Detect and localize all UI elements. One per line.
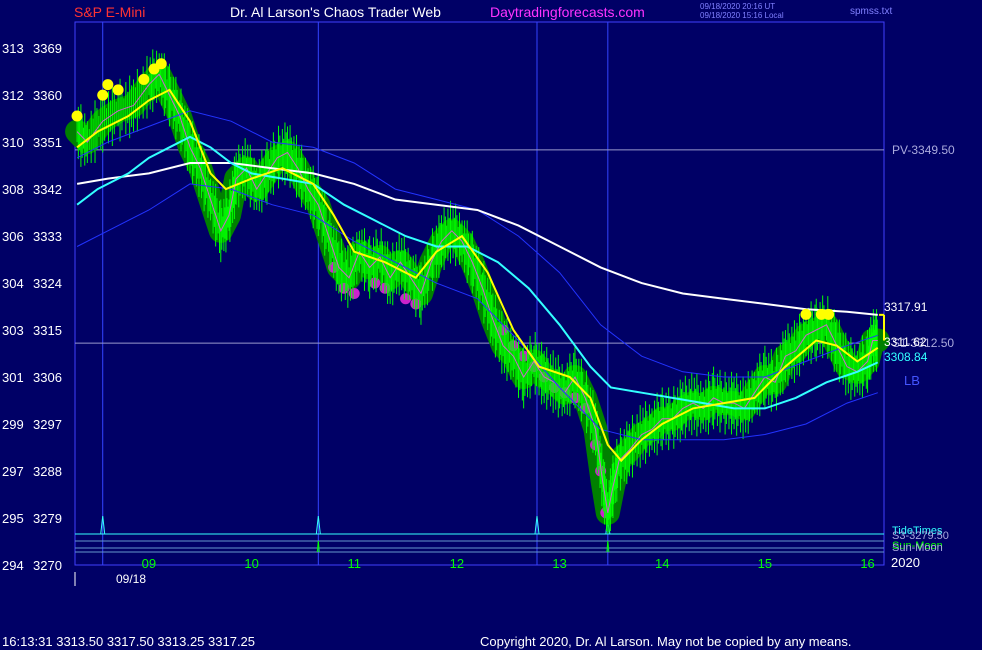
- yellow-marker: [823, 308, 835, 320]
- yellow-marker: [102, 79, 114, 91]
- y-tick-price: 3306: [33, 370, 62, 385]
- y-tick-price: 3324: [33, 276, 62, 291]
- y-tick-price: 3351: [33, 135, 62, 150]
- x-tick-label: 16: [860, 556, 874, 571]
- x-tick-label: 12: [450, 556, 464, 571]
- last-value-label: 3311.62: [884, 335, 927, 349]
- y-tick-sun: 312: [2, 88, 24, 103]
- y-tick-sun: 304: [2, 276, 24, 291]
- yellow-marker: [71, 110, 83, 122]
- y-tick-price: 3360: [33, 88, 62, 103]
- stamp-utc: 09/18/2020 20:16 UT: [700, 2, 776, 11]
- y-tick-price: 3288: [33, 464, 62, 479]
- yellow-marker: [800, 308, 812, 320]
- last-value-label: 3317.91: [884, 300, 928, 314]
- y-tick-sun: 310: [2, 135, 24, 150]
- x-tick-label: 14: [655, 556, 669, 571]
- x-tick-label: 09: [142, 556, 156, 571]
- date-label: 09/18: [116, 572, 146, 586]
- x-tick-label: 11: [347, 556, 361, 571]
- y-tick-price: 3297: [33, 417, 62, 432]
- y-tick-price: 3315: [33, 323, 62, 338]
- last-value-label: 3308.84: [884, 350, 928, 364]
- copyright: Copyright 2020, Dr. Al Larson. May not b…: [480, 634, 852, 649]
- level-label: PV-3349.50: [892, 143, 955, 157]
- y-tick-price: 3279: [33, 511, 62, 526]
- y-tick-price: 3333: [33, 229, 62, 244]
- y-tick-sun: 301: [2, 370, 24, 385]
- magenta-marker: [400, 293, 412, 305]
- yellow-marker: [155, 58, 167, 70]
- yellow-marker: [138, 73, 150, 85]
- y-tick-sun: 295: [2, 511, 24, 526]
- y-tick-price: 3342: [33, 182, 62, 197]
- last-bar-readout: 16:13:31 3313.50 3317.50 3313.25 3317.25: [2, 634, 256, 649]
- x-tick-label: 10: [244, 556, 258, 571]
- y-tick-sun: 299: [2, 417, 24, 432]
- y-tick-price: 3270: [33, 558, 62, 573]
- site-link[interactable]: Daytradingforecasts.com: [490, 4, 645, 20]
- chart-svg: PV-3349.50S1-3312.50313 3369312 3360310 335…: [2, 21, 955, 586]
- y-tick-sun: 308: [2, 182, 24, 197]
- year-label: 2020: [891, 555, 920, 570]
- x-tick-label: 13: [552, 556, 566, 571]
- y-tick-sun: 303: [2, 323, 24, 338]
- yellow-marker: [97, 89, 109, 101]
- stamp-file: spmss.txt: [850, 6, 893, 17]
- y-tick-sun: 313: [2, 41, 24, 56]
- bottom-line-label: Sun-Moon: [892, 542, 943, 554]
- y-tick-price: 3369: [33, 41, 62, 56]
- y-tick-sun: 297: [2, 464, 24, 479]
- x-tick-label: 15: [758, 556, 772, 571]
- yellow-marker: [112, 84, 124, 96]
- stamp-local: 09/18/2020 15:16 Local: [700, 11, 784, 20]
- y-tick-sun: 294: [2, 558, 24, 573]
- site-title: Dr. Al Larson's Chaos Trader Web: [230, 4, 441, 20]
- symbol-title: S&P E-Mini: [74, 4, 146, 20]
- y-tick-sun: 306: [2, 229, 24, 244]
- side-label: LB: [904, 373, 920, 388]
